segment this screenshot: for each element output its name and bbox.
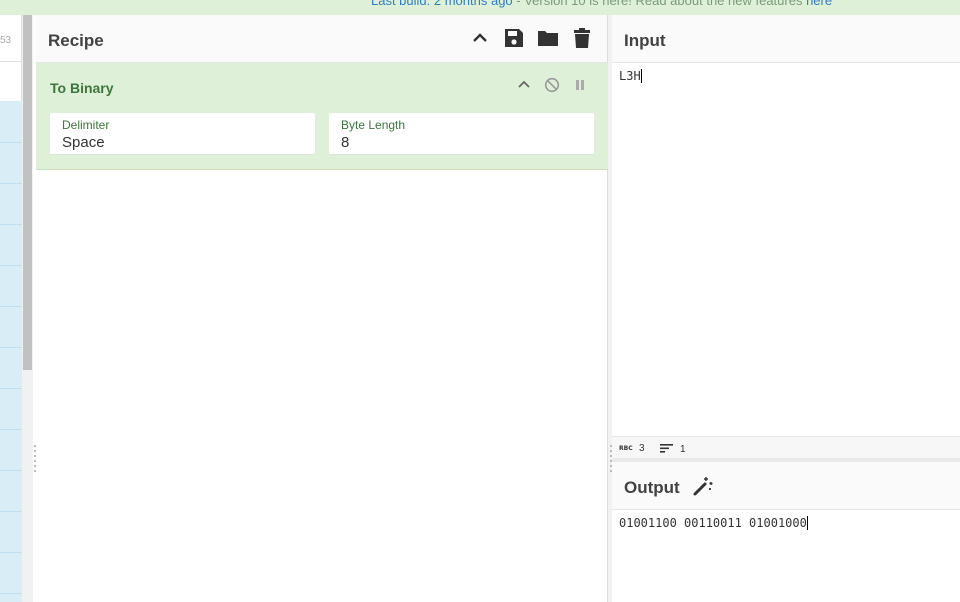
recipe-title: Recipe xyxy=(48,31,104,50)
text-caret xyxy=(640,69,642,83)
abc-icon: RBC xyxy=(619,443,633,454)
input-textarea[interactable]: L3H xyxy=(619,69,642,83)
list-item-divider xyxy=(0,511,22,512)
banner-text: Last build: 2 months ago - Version 10 is… xyxy=(371,0,832,8)
notice-banner: Last build: 2 months ago - Version 10 is… xyxy=(0,0,960,15)
output-header: Output xyxy=(612,462,960,510)
recipe-pane: Recipe To Binary Delimiter Space Byte Le… xyxy=(36,15,608,602)
pause-icon[interactable] xyxy=(572,77,588,93)
delimiter-label: Delimiter xyxy=(62,118,110,132)
operations-scrollbar[interactable] xyxy=(22,15,33,602)
svg-text:RBC: RBC xyxy=(619,445,633,451)
chevron-up-icon[interactable] xyxy=(516,77,532,93)
magic-wand-icon[interactable] xyxy=(692,475,714,502)
operations-list[interactable] xyxy=(0,101,22,602)
delimiter-field[interactable]: Delimiter Space xyxy=(50,113,315,155)
operation-name: To Binary xyxy=(50,80,114,96)
input-length-stat: RBC 3 xyxy=(619,443,645,454)
list-item-divider xyxy=(0,183,22,184)
delimiter-select[interactable]: Space xyxy=(62,134,105,151)
input-header: Input xyxy=(612,15,960,63)
output-title: Output xyxy=(624,478,680,497)
recipe-operation-to-binary[interactable]: To Binary Delimiter Space Byte Length 8 xyxy=(36,63,608,170)
trash-icon[interactable] xyxy=(571,27,593,49)
operations-header-divider xyxy=(0,61,22,62)
recipe-header: Recipe xyxy=(36,15,607,63)
lines-icon xyxy=(660,443,674,456)
text-caret xyxy=(806,516,808,530)
output-textarea[interactable]: 01001100 00110011 01001000 xyxy=(619,516,808,530)
byte-length-label: Byte Length xyxy=(341,118,406,132)
list-item-divider xyxy=(0,224,22,225)
operations-count: 53 xyxy=(0,35,12,46)
list-item-divider xyxy=(0,142,22,143)
input-lines-stat: 1 xyxy=(660,443,686,456)
scrollbar-thumb[interactable] xyxy=(23,15,32,370)
io-pane: Input L3H RBC 3 1 Output 01001100 001100… xyxy=(612,15,960,602)
disable-icon[interactable] xyxy=(544,77,560,93)
byte-length-field[interactable]: Byte Length 8 xyxy=(329,113,594,155)
last-build-link[interactable]: Last build: 2 months ago xyxy=(371,0,513,8)
release-notes-link[interactable]: here xyxy=(806,0,832,8)
operations-panel: 53 xyxy=(0,15,22,602)
list-item-divider xyxy=(0,593,22,594)
list-item-divider xyxy=(0,470,22,471)
input-status-bar: RBC 3 1 xyxy=(612,436,960,458)
list-item-divider xyxy=(0,552,22,553)
list-item-divider xyxy=(0,347,22,348)
list-item-divider xyxy=(0,388,22,389)
list-item-divider xyxy=(0,265,22,266)
folder-icon[interactable] xyxy=(537,27,559,49)
input-title: Input xyxy=(624,31,666,50)
list-item-divider xyxy=(0,306,22,307)
byte-length-input[interactable]: 8 xyxy=(341,134,349,151)
save-icon[interactable] xyxy=(503,27,525,49)
list-item-divider xyxy=(0,429,22,430)
chevron-up-icon[interactable] xyxy=(469,27,491,49)
